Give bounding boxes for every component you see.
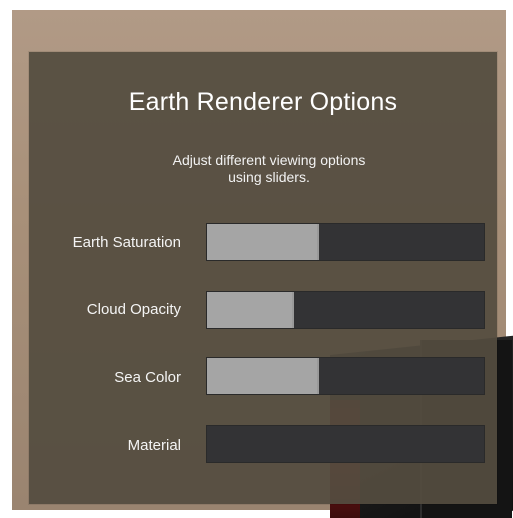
sea-color-slider[interactable] (206, 357, 485, 395)
earth-saturation-slider-handle[interactable] (316, 224, 319, 260)
cloud-opacity-slider-handle[interactable] (291, 292, 294, 328)
panel-subtitle: Adjust different viewing options using s… (119, 152, 419, 186)
earth-saturation-label: Earth Saturation (72, 234, 181, 251)
sea-color-slider-fill (207, 358, 318, 394)
panel-subtitle-line-1: Adjust different viewing options (172, 152, 366, 168)
earth-renderer-options-panel: Earth Renderer Options Adjust different … (29, 52, 497, 504)
material-slider[interactable] (206, 425, 485, 463)
panel-title: Earth Renderer Options (128, 88, 398, 116)
earth-saturation-slider-fill (207, 224, 318, 260)
panel-subtitle-line-2: using sliders. (228, 169, 310, 185)
earth-saturation-slider[interactable] (206, 223, 485, 261)
material-label: Material (127, 437, 181, 454)
cloud-opacity-slider-fill (207, 292, 293, 328)
sea-color-slider-handle[interactable] (316, 358, 319, 394)
cloud-opacity-slider[interactable] (206, 291, 485, 329)
scene-viewport: Earth Renderer Options Adjust different … (0, 0, 513, 518)
sea-color-label: Sea Color (114, 369, 181, 386)
cloud-opacity-label: Cloud Opacity (86, 301, 181, 318)
